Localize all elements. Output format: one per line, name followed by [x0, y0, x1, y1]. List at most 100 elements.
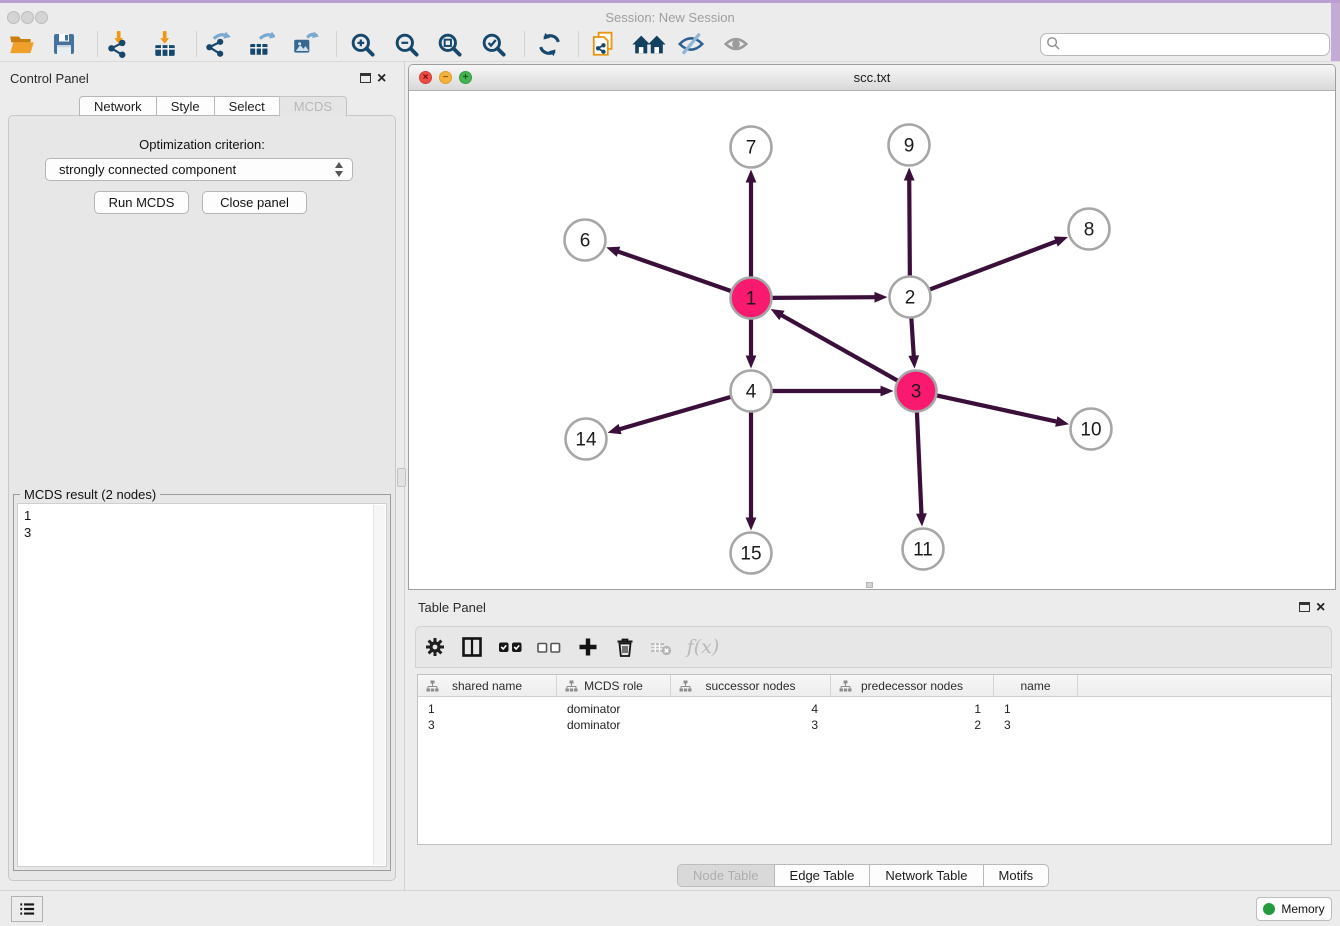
status-bar: [0, 890, 1340, 926]
zoom-out-icon: [393, 31, 420, 58]
refresh-icon: [536, 31, 563, 58]
control-tab-select[interactable]: Select: [214, 96, 280, 116]
import-network-icon: [105, 30, 133, 58]
table-tab-network-table[interactable]: Network Table: [869, 864, 983, 887]
close-panel-button[interactable]: Close panel: [202, 191, 307, 214]
edge-3-11[interactable]: [917, 411, 922, 515]
edge-1-2[interactable]: [771, 297, 876, 298]
show-panel-button[interactable]: [719, 27, 753, 61]
table-tab-node-table[interactable]: Node Table: [677, 864, 775, 887]
table-cell: 4: [671, 701, 831, 717]
column-header-predecessor-nodes[interactable]: predecessor nodes: [831, 675, 994, 696]
table-cell: 3: [671, 717, 831, 733]
function-builder-button[interactable]: f(x): [683, 632, 723, 662]
control-tab-mcds[interactable]: MCDS: [279, 96, 347, 117]
table-row[interactable]: 1dominator411: [418, 701, 1331, 717]
zoom-fit-icon: [436, 31, 463, 58]
network-file-button[interactable]: [587, 27, 621, 61]
table-panel-close-icon[interactable]: ×: [1316, 602, 1325, 614]
table-panel-title: Table Panel: [418, 600, 486, 615]
save-session-button[interactable]: [47, 27, 81, 61]
control-tab-network[interactable]: Network: [79, 96, 157, 116]
table-tab-motifs[interactable]: Motifs: [983, 864, 1050, 887]
edge-arrowhead: [916, 513, 927, 526]
add-column-button[interactable]: [573, 632, 603, 662]
memory-button[interactable]: Memory: [1256, 897, 1332, 921]
column-header-name[interactable]: name: [994, 675, 1078, 696]
control-panel-title: Control Panel: [10, 71, 89, 86]
open-session-button[interactable]: [5, 27, 39, 61]
mcds-result-lines: 13: [24, 507, 31, 541]
task-history-button[interactable]: [11, 896, 43, 922]
home-button[interactable]: [629, 27, 669, 61]
column-header-MCDS-role[interactable]: MCDS role: [557, 675, 671, 696]
control-panel-close-icon[interactable]: ×: [377, 73, 386, 85]
edge-2-9[interactable]: [909, 178, 910, 276]
control-panel-tabs: NetworkStyleSelectMCDS: [79, 96, 347, 116]
open-folder-icon: [8, 30, 36, 58]
zoom-in-button[interactable]: [345, 27, 379, 61]
network-graph-canvas[interactable]: 7968124314101511: [409, 91, 1335, 589]
mcds-result-textarea[interactable]: 13: [17, 503, 387, 867]
table-tab-edge-table[interactable]: Edge Table: [774, 864, 871, 887]
attribute-type-icon: [679, 680, 692, 692]
search-input[interactable]: [1040, 33, 1330, 56]
attribute-type-icon: [426, 680, 439, 692]
edge-arrowhead: [746, 356, 757, 369]
table-panel-float-icon[interactable]: [1299, 602, 1310, 612]
network-view-window: × − + scc.txt 7968124314101511: [408, 64, 1336, 590]
node-table: shared name MCDS role successor nodesprede…: [417, 674, 1332, 845]
export-network-button[interactable]: [201, 27, 235, 61]
mcds-result-group: MCDS result (2 nodes) 13: [13, 494, 391, 871]
table-cell: 1: [418, 701, 557, 717]
splitter-grip[interactable]: [397, 468, 406, 487]
edge-arrowhead: [908, 355, 919, 368]
columns-icon: [460, 635, 484, 659]
control-tab-style[interactable]: Style: [156, 96, 215, 116]
network-window-grip[interactable]: [866, 582, 873, 588]
node-label: 7: [746, 138, 757, 159]
result-scrollbar[interactable]: [373, 505, 385, 865]
eye-slash-icon: [677, 30, 705, 58]
delete-table-button[interactable]: [646, 632, 676, 662]
import-table-button[interactable]: [148, 27, 182, 61]
table-row[interactable]: 3dominator323: [418, 717, 1331, 733]
table-settings-button[interactable]: [420, 632, 450, 662]
delete-column-button[interactable]: [610, 632, 640, 662]
edge-2-3[interactable]: [911, 317, 914, 357]
column-header-successor-nodes[interactable]: successor nodes: [671, 675, 831, 696]
zoom-out-button[interactable]: [389, 27, 423, 61]
edge-3-10[interactable]: [936, 395, 1058, 422]
hide-panel-button[interactable]: [674, 27, 708, 61]
zoom-selected-button[interactable]: [476, 27, 510, 61]
toolbar-separator: [578, 31, 579, 57]
edge-1-6[interactable]: [617, 251, 732, 291]
toolbar-separator: [196, 31, 197, 57]
control-panel-float-icon[interactable]: [360, 73, 371, 83]
network-window-titlebar: × − + scc.txt: [409, 65, 1335, 91]
refresh-button[interactable]: [532, 27, 566, 61]
show-columns-button[interactable]: [457, 632, 487, 662]
edge-4-14[interactable]: [618, 397, 731, 430]
criterion-dropdown[interactable]: strongly connected component: [45, 158, 353, 181]
edge-arrowhead: [874, 292, 887, 303]
run-mcds-button[interactable]: Run MCDS: [94, 191, 189, 214]
column-header-label: MCDS role: [584, 679, 643, 693]
edge-3-1[interactable]: [780, 314, 898, 380]
node-label: 6: [580, 231, 591, 252]
import-network-button[interactable]: [102, 27, 136, 61]
edge-2-8[interactable]: [929, 241, 1058, 290]
column-header-shared-name[interactable]: shared name: [418, 675, 557, 696]
select-all-button[interactable]: [494, 632, 528, 662]
mcds-result-line: 3: [24, 524, 31, 541]
optimization-criterion-label: Optimization criterion:: [8, 137, 396, 152]
mcds-result-title: MCDS result (2 nodes): [20, 487, 160, 502]
toolbar-separator: [524, 31, 525, 57]
deselect-all-button[interactable]: [532, 632, 566, 662]
zoom-fit-button[interactable]: [432, 27, 466, 61]
export-image-button[interactable]: [288, 27, 322, 61]
mcds-result-line: 1: [24, 507, 31, 524]
export-table-button[interactable]: [244, 27, 278, 61]
import-table-icon: [151, 30, 179, 58]
home-icon: [630, 31, 668, 58]
